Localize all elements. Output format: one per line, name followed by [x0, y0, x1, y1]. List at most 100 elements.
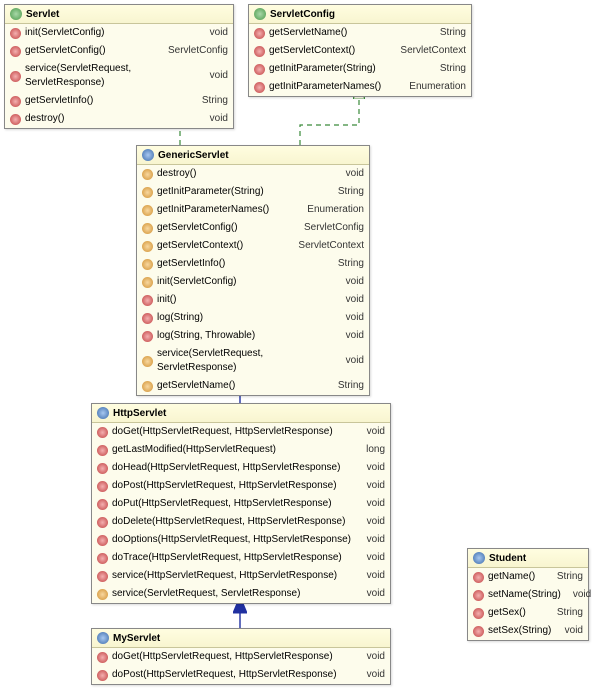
method-icon — [97, 589, 108, 600]
member-list: getServletName()StringgetServletContext(… — [249, 24, 471, 96]
method-signature: getServletName() — [157, 379, 235, 393]
method-signature: service(ServletRequest, ServletResponse) — [25, 62, 198, 90]
class-icon — [473, 552, 485, 564]
return-type: String — [326, 185, 364, 199]
member-row: doTrace(HttpServletRequest, HttpServletR… — [92, 549, 390, 567]
method-icon — [97, 670, 108, 681]
method-icon — [254, 28, 265, 39]
method-signature: init(ServletConfig) — [25, 26, 104, 40]
method-signature: getInitParameter(String) — [157, 185, 264, 199]
return-type: ServletContext — [388, 44, 466, 58]
return-type: void — [334, 311, 364, 325]
return-type: void — [334, 293, 364, 307]
method-signature: getServletConfig() — [157, 221, 238, 235]
method-icon — [10, 46, 21, 57]
class-header: Student — [468, 549, 588, 568]
method-icon — [10, 71, 21, 82]
method-icon — [142, 169, 153, 180]
member-row: doHead(HttpServletRequest, HttpServletRe… — [92, 459, 390, 477]
class-genericservlet: GenericServlet destroy() void getInitParam… — [136, 145, 370, 396]
method-signature: log(String) — [157, 311, 203, 325]
class-header: Servlet — [5, 5, 233, 24]
member-row: setName(String)void — [468, 586, 588, 604]
method-signature: getInitParameterNames() — [269, 80, 381, 94]
method-icon — [473, 572, 484, 583]
method-signature: getServletInfo() — [25, 94, 93, 108]
method-icon — [142, 356, 153, 367]
method-signature: doPut(HttpServletRequest, HttpServletRes… — [112, 497, 332, 511]
class-name: Servlet — [26, 9, 59, 20]
return-type: void — [355, 533, 385, 547]
member-row: doPost(HttpServletRequest, HttpServletRe… — [92, 666, 390, 684]
return-type: void — [355, 515, 385, 529]
class-name: Student — [489, 553, 526, 564]
member-row: doPut(HttpServletRequest, HttpServletRes… — [92, 495, 390, 513]
return-type: ServletConfig — [292, 221, 364, 235]
method-signature: doTrace(HttpServletRequest, HttpServletR… — [112, 551, 342, 565]
method-icon — [97, 499, 108, 510]
method-signature: log(String, Throwable) — [157, 329, 255, 343]
method-icon — [10, 96, 21, 107]
return-type: void — [355, 569, 385, 583]
method-signature: init() — [157, 293, 176, 307]
method-signature: getSex() — [488, 606, 526, 620]
return-type: String — [428, 62, 466, 76]
return-type: String — [326, 379, 364, 393]
method-icon — [10, 114, 21, 125]
member-row: doPost(HttpServletRequest, HttpServletRe… — [92, 477, 390, 495]
method-signature: getServletContext() — [157, 239, 243, 253]
return-type: void — [355, 479, 385, 493]
method-signature: doGet(HttpServletRequest, HttpServletRes… — [112, 425, 333, 439]
class-icon — [97, 632, 109, 644]
member-row: getInitParameter(String) String — [249, 60, 471, 78]
method-signature: doHead(HttpServletRequest, HttpServletRe… — [112, 461, 340, 475]
member-row: getInitParameterNames()Enumeration — [249, 78, 471, 96]
method-icon — [142, 241, 153, 252]
method-icon — [142, 313, 153, 324]
member-row: destroy()void — [5, 110, 233, 128]
member-row: getSex()String — [468, 604, 588, 622]
member-row: getServletInfo() String — [5, 92, 233, 110]
class-header: ServletConfig — [249, 5, 471, 24]
member-row: destroy() void — [137, 165, 369, 183]
member-row: getServletConfig()ServletConfig — [5, 42, 233, 60]
return-type: void — [334, 167, 364, 181]
return-type: void — [198, 112, 228, 126]
class-name: ServletConfig — [270, 9, 335, 20]
return-type: void — [355, 497, 385, 511]
return-type: void — [355, 668, 385, 682]
method-signature: doPost(HttpServletRequest, HttpServletRe… — [112, 668, 337, 682]
member-row: getServletName() String — [137, 377, 369, 395]
member-row: service(HttpServletRequest, HttpServletR… — [92, 567, 390, 585]
method-signature: getInitParameter(String) — [269, 62, 376, 76]
class-header: MyServlet — [92, 629, 390, 648]
method-icon — [142, 187, 153, 198]
method-icon — [142, 277, 153, 288]
return-type: ServletContext — [286, 239, 364, 253]
member-row: doDelete(HttpServletRequest, HttpServlet… — [92, 513, 390, 531]
return-type: String — [326, 257, 364, 271]
method-icon — [10, 28, 21, 39]
class-header: GenericServlet — [137, 146, 369, 165]
method-signature: service(ServletRequest, ServletResponse) — [112, 587, 300, 601]
return-type: void — [553, 624, 583, 638]
method-signature: destroy() — [157, 167, 196, 181]
member-row: getServletName()String — [249, 24, 471, 42]
return-type: void — [355, 425, 385, 439]
class-icon — [142, 149, 154, 161]
member-row: doGet(HttpServletRequest, HttpServletRes… — [92, 423, 390, 441]
return-type: void — [355, 587, 385, 601]
member-row: log(String, Throwable)void — [137, 327, 369, 345]
method-signature: getLastModified(HttpServletRequest) — [112, 443, 276, 457]
method-signature: getName() — [488, 570, 535, 584]
class-servlet: Servlet init(ServletConfig) void getServle… — [4, 4, 234, 129]
method-signature: service(HttpServletRequest, HttpServletR… — [112, 569, 337, 583]
method-icon — [142, 295, 153, 306]
member-row: doGet(HttpServletRequest, HttpServletRes… — [92, 648, 390, 666]
member-row: getServletContext() ServletContext — [137, 237, 369, 255]
return-type: void — [334, 354, 364, 368]
member-row: service(ServletRequest, ServletResponse)… — [5, 60, 233, 92]
class-name: HttpServlet — [113, 408, 166, 419]
class-myservlet: MyServlet doGet(HttpServletRequest, Http… — [91, 628, 391, 685]
return-type: String — [190, 94, 228, 108]
